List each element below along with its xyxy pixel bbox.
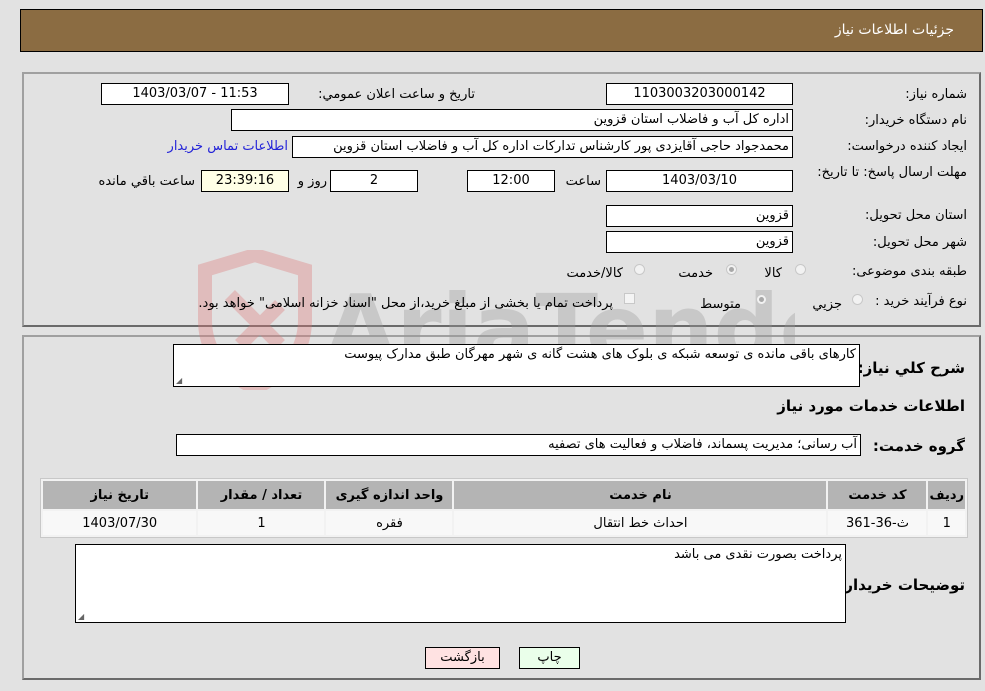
- deadline-time-field: 12:00: [467, 170, 555, 192]
- table-row: 1 ث-36-361 احداث خط انتقال فقره 1 1403/0…: [43, 511, 965, 535]
- service-group-field: آب رسانی؛ مدیریت پسماند، فاضلاب و فعالیت…: [176, 434, 861, 456]
- buyer-org-field: اداره کل آب و فاضلاب استان قزوین: [231, 109, 793, 131]
- cell-quantity: 1: [198, 511, 325, 535]
- category-radio-service[interactable]: [726, 264, 737, 275]
- delivery-province-field: قزوین: [606, 205, 793, 227]
- cell-service-name: احداث خط انتقال: [454, 511, 827, 535]
- cell-service-code: ث-36-361: [828, 511, 927, 535]
- category-radio-goods-service[interactable]: [634, 264, 645, 275]
- cell-need-date: 1403/07/30: [43, 511, 197, 535]
- deadline-date-field: 1403/03/10: [606, 170, 793, 192]
- treasury-checkbox[interactable]: [624, 293, 635, 304]
- resize-grip-icon[interactable]: ◢: [78, 612, 84, 621]
- service-group-label: گروه خدمت:: [872, 437, 965, 455]
- buyer-org-label: نام دستگاه خريدار:: [864, 113, 967, 128]
- requester-label: ايجاد کننده درخواست:: [847, 139, 967, 154]
- time-remaining-field: 23:39:16: [201, 170, 289, 192]
- buyer-notes-label: توضيحات خريدار:: [838, 576, 965, 594]
- services-section-title: اطلاعات خدمات مورد نياز: [777, 397, 965, 415]
- category-label: طبقه بندی موضوعی:: [851, 264, 967, 279]
- buyer-notes-text: پرداخت بصورت نقدی می باشد: [674, 547, 842, 562]
- cell-row-number: 1: [928, 511, 965, 535]
- page-header: جزئيات اطلاعات نياز: [20, 9, 983, 52]
- table-header-row: رديف کد خدمت نام خدمت واحد اندازه گيری ت…: [43, 481, 965, 509]
- deadline-time-label: ساعت: [565, 174, 601, 189]
- buyer-notes-textarea[interactable]: پرداخت بصورت نقدی می باشد ◢: [75, 544, 846, 623]
- description-text: کارهای باقی مانده ی توسعه شبکه ی بلوک ها…: [344, 347, 856, 362]
- purchase-type-option-medium: متوسط: [700, 297, 741, 312]
- col-header-unit: واحد اندازه گيری: [326, 481, 453, 509]
- col-header-service-code: کد خدمت: [828, 481, 927, 509]
- category-option-goods: كالا: [764, 266, 782, 281]
- purchase-type-label: نوع فرآيند خريد :: [875, 294, 967, 309]
- services-table: رديف کد خدمت نام خدمت واحد اندازه گيری ت…: [40, 478, 968, 538]
- deadline-label: مهلت ارسال پاسخ: تا تاريخ:: [817, 165, 967, 180]
- delivery-city-field: قزوین: [606, 231, 793, 253]
- col-header-service-name: نام خدمت: [454, 481, 827, 509]
- announce-datetime-field: 1403/03/07 - 11:53: [101, 83, 289, 105]
- resize-grip-icon[interactable]: ◢: [176, 376, 182, 385]
- col-header-need-date: تاريخ نياز: [43, 481, 197, 509]
- description-textarea[interactable]: کارهای باقی مانده ی توسعه شبکه ی بلوک ها…: [173, 344, 860, 387]
- purchase-type-option-minor: جزيي: [812, 297, 842, 312]
- page-title: جزئيات اطلاعات نياز: [834, 22, 954, 38]
- cell-unit: فقره: [326, 511, 453, 535]
- treasury-note: پرداخت تمام يا بخشی از مبلغ خريد،از محل …: [198, 296, 613, 311]
- requester-field: محمدجواد حاجی آقایزدی پور کارشناس تدارکا…: [292, 136, 793, 158]
- category-option-goods-service: كالا/خدمت: [566, 266, 623, 281]
- print-button[interactable]: چاپ: [519, 647, 580, 669]
- need-number-label: شماره نياز:: [905, 87, 967, 102]
- col-header-row-number: رديف: [928, 481, 965, 509]
- days-remaining-field: 2: [330, 170, 418, 192]
- announce-datetime-label: تاريخ و ساعت اعلان عمومي:: [318, 87, 475, 102]
- need-number-field: 1103003203000142: [606, 83, 793, 105]
- time-remaining-label: ساعت باقي مانده: [98, 174, 195, 189]
- category-radio-goods[interactable]: [795, 264, 806, 275]
- col-header-quantity: تعداد / مقدار: [198, 481, 325, 509]
- back-button[interactable]: بازگشت: [425, 647, 500, 669]
- category-option-service: خدمت: [678, 266, 713, 281]
- purchase-type-radio-minor[interactable]: [852, 294, 863, 305]
- delivery-city-label: شهر محل تحويل:: [872, 235, 967, 250]
- days-label: روز و: [297, 174, 327, 189]
- description-label: شرح کلي نياز:: [857, 359, 965, 377]
- delivery-province-label: استان محل تحويل:: [865, 208, 967, 223]
- buyer-contact-link[interactable]: اطلاعات تماس خريدار: [168, 139, 288, 154]
- purchase-type-radio-medium[interactable]: [756, 294, 767, 305]
